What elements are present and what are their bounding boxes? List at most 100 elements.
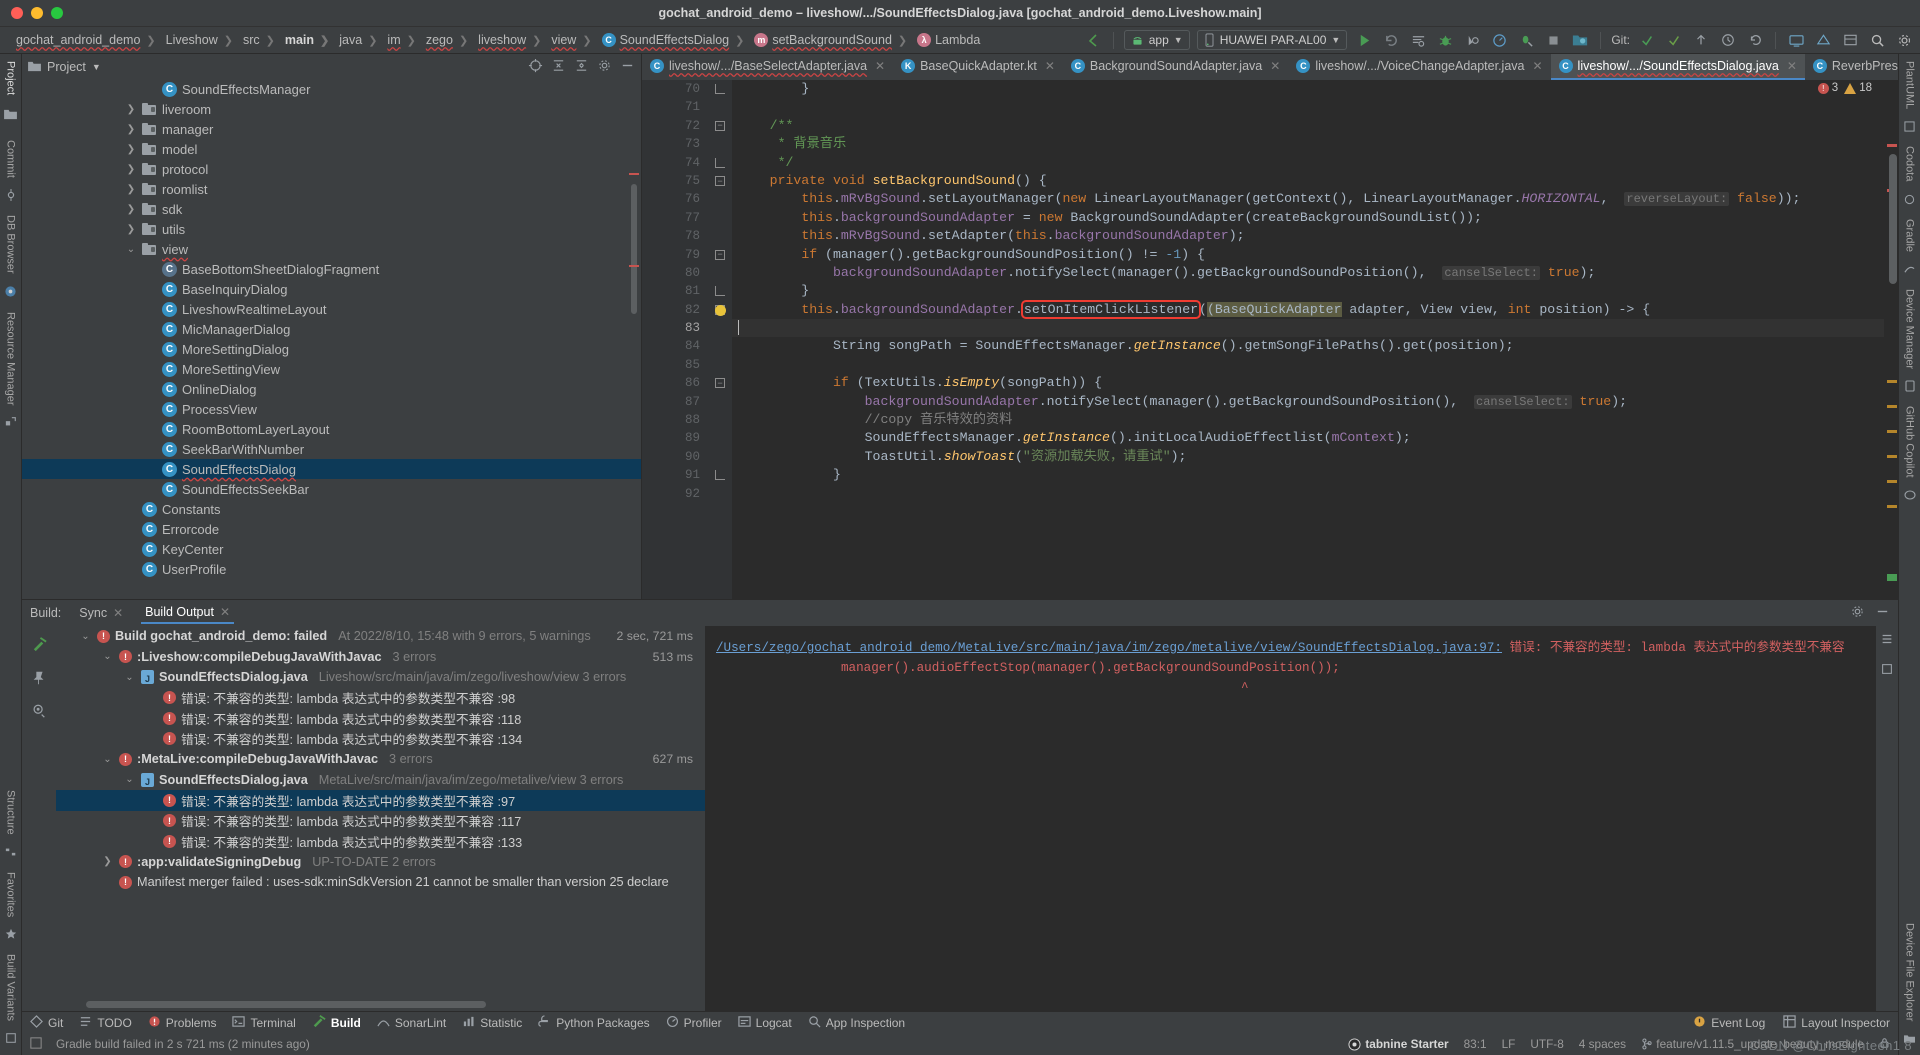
editor-fold-column[interactable]: −−−−− (710, 80, 732, 599)
rail-item-gradle[interactable]: Gradle (1904, 212, 1916, 259)
build-row[interactable]: ⌄!:MetaLive:compileDebugJavaWithJavac 3 e… (56, 749, 705, 770)
code-line[interactable] (732, 98, 1884, 116)
tool-window-button-build[interactable]: Build (312, 1014, 361, 1031)
rerun-icon[interactable] (1381, 30, 1401, 50)
close-tab-icon[interactable]: ✕ (1045, 59, 1055, 73)
code-line[interactable]: //copy 音乐特效的资料 (732, 411, 1884, 429)
tree-item[interactable]: ❯ model (22, 139, 641, 159)
avd-manager-icon[interactable] (1786, 30, 1806, 50)
code-line[interactable]: } (732, 466, 1884, 484)
code-line[interactable]: private void setBackgroundSound() { (732, 172, 1884, 190)
build-row[interactable]: ⌄ SoundEffectsDialog.java Liveshow/src/mai… (56, 667, 705, 688)
editor-scrollbar[interactable] (1889, 154, 1897, 284)
fold-end-icon[interactable] (715, 470, 725, 481)
breadcrumb-item-7[interactable]: liveshow ❯ (474, 33, 547, 47)
code-line[interactable]: String songPath = SoundEffectsManager.ge… (732, 337, 1884, 355)
tabnine-status[interactable]: tabnine Starter (1348, 1037, 1449, 1051)
pin-icon[interactable] (31, 670, 47, 689)
back-arrow-icon[interactable] (1083, 30, 1103, 50)
sdk-manager-icon[interactable] (1813, 30, 1833, 50)
expand-arrow-icon[interactable]: ❯ (125, 184, 137, 195)
code-line[interactable]: if (manager().getBackgroundSoundPosition… (732, 246, 1884, 264)
build-row[interactable]: ! 错误: 不兼容的类型: lambda 表达式中的参数类型不兼容 :133 (56, 831, 705, 852)
tree-item[interactable]: ❯ manager (22, 119, 641, 139)
tool-window-button-todo[interactable]: TODO (79, 1015, 132, 1031)
tree-item[interactable]: C Constants (22, 499, 641, 519)
editor-tab-0[interactable]: Cliveshow/.../BaseSelectAdapter.java ✕ (642, 54, 893, 80)
editor-tab-4[interactable]: Cliveshow/.../SoundEffectsDialog.java ✕ (1550, 54, 1805, 80)
breadcrumb-item-0[interactable]: gochat_android_demo ❯ (12, 33, 162, 47)
fold-start-icon[interactable]: − (715, 378, 725, 389)
tool-window-button-layout-inspector[interactable]: Layout Inspector (1783, 1014, 1890, 1031)
tool-window-button-profiler[interactable]: Profiler (666, 1015, 722, 1031)
settings-gear-icon[interactable] (1894, 30, 1914, 50)
rail-item-device-manager[interactable]: Device Manager (1904, 282, 1916, 376)
breadcrumb-item-5[interactable]: im ❯ (383, 33, 421, 47)
history-icon[interactable] (1718, 30, 1738, 50)
tree-item[interactable]: C BaseInquiryDialog (22, 279, 641, 299)
tree-item[interactable]: C SoundEffectsManager (22, 79, 641, 99)
fold-start-icon[interactable]: − (715, 120, 725, 131)
tree-item[interactable]: C BaseBottomSheetDialogFragment (22, 259, 641, 279)
code-line[interactable] (732, 485, 1884, 503)
build-tree-hscrollbar[interactable] (86, 1001, 486, 1008)
breadcrumb-item-4[interactable]: java ❯ (335, 33, 383, 47)
build-row[interactable]: ❯!:app:validateSigningDebug UP-TO-DATE 2 … (56, 852, 705, 873)
editor-tab-2[interactable]: C BackgroundSoundAdapter.java ✕ (1063, 54, 1288, 80)
tree-item[interactable]: ❯ utils (22, 219, 641, 239)
expand-detail-icon[interactable] (1880, 662, 1894, 680)
git-update-icon[interactable] (1637, 30, 1657, 50)
rail-item-build-variants[interactable]: Build Variants (5, 947, 17, 1028)
build-row[interactable]: ! 错误: 不兼容的类型: lambda 表达式中的参数类型不兼容 :117 (56, 811, 705, 832)
breadcrumb-item-1[interactable]: Liveshow ❯ (162, 33, 239, 47)
tree-item[interactable]: C MicManagerDialog (22, 319, 641, 339)
fold-start-icon[interactable]: − (715, 249, 725, 260)
tool-window-button-event-log[interactable]: Event Log (1693, 1015, 1765, 1031)
tree-item[interactable]: C RoomBottomLayerLayout (22, 419, 641, 439)
tree-item[interactable]: ❯ roomlist (22, 179, 641, 199)
tree-item[interactable]: C ProcessView (22, 399, 641, 419)
code-line[interactable]: /** (732, 117, 1884, 135)
tree-item[interactable]: C SoundEffectsSeekBar (22, 479, 641, 499)
tree-item[interactable]: C UserProfile (22, 559, 641, 579)
git-push-icon[interactable] (1691, 30, 1711, 50)
window-controls[interactable] (0, 7, 63, 19)
editor-tab-1[interactable]: K BaseQuickAdapter.kt ✕ (893, 54, 1063, 80)
code-line[interactable]: * 背景音乐 (732, 135, 1884, 153)
caret-position[interactable]: 83:1 (1464, 1037, 1487, 1051)
close-tab-icon[interactable]: ✕ (1270, 59, 1280, 73)
rail-item-resource-manager[interactable]: Resource Manager (5, 305, 17, 413)
debug-attach-icon[interactable] (1462, 30, 1482, 50)
device-file-explorer-icon[interactable] (1570, 30, 1590, 50)
inspection-summary[interactable]: ! 3 18 (1817, 82, 1872, 94)
fold-end-icon[interactable] (715, 157, 725, 168)
build-row-selected[interactable]: ! 错误: 不兼容的类型: lambda 表达式中的参数类型不兼容 :97 (56, 790, 705, 811)
tree-item[interactable]: ❯ sdk (22, 199, 641, 219)
undo-icon[interactable] (1745, 30, 1765, 50)
code-line[interactable]: if (TextUtils.isEmpty(songPath)) { (732, 374, 1884, 392)
expand-arrow-icon[interactable]: ❯ (101, 856, 114, 867)
fold-end-icon[interactable] (715, 286, 725, 297)
search-icon[interactable] (1867, 30, 1887, 50)
collapse-arrow-icon[interactable]: ⌄ (79, 631, 92, 642)
debug-icon[interactable] (1435, 30, 1455, 50)
close-tab-icon[interactable]: ✕ (1787, 59, 1797, 73)
tool-window-button-problems[interactable]: Problems (148, 1015, 216, 1031)
build-row[interactable]: ! 错误: 不兼容的类型: lambda 表达式中的参数类型不兼容 :134 (56, 729, 705, 750)
breadcrumb-item-11[interactable]: λ Lambda (913, 33, 984, 47)
expand-all-icon[interactable] (551, 58, 566, 76)
project-tree[interactable]: C SoundEffectsManager ❯ liveroom ❯ manager ❯ mo… (22, 79, 641, 599)
build-row[interactable]: ⌄ SoundEffectsDialog.java MetaLive/src/mai… (56, 770, 705, 791)
build-row[interactable]: ! 错误: 不兼容的类型: lambda 表达式中的参数类型不兼容 :98 (56, 688, 705, 709)
run-button[interactable] (1354, 30, 1374, 50)
tool-window-button-terminal[interactable]: Terminal (232, 1015, 296, 1031)
code-line[interactable]: this.backgroundSoundAdapter = new Backgr… (732, 209, 1884, 227)
tool-window-button-logcat[interactable]: Logcat (737, 1015, 792, 1031)
project-tree-scrollbar[interactable] (631, 184, 637, 314)
tree-item[interactable]: ⌄ view (22, 239, 641, 259)
hide-panel-icon[interactable] (1875, 604, 1890, 622)
maximize-window-button[interactable] (51, 7, 63, 19)
rail-item-project[interactable]: Project (5, 54, 17, 102)
expand-arrow-icon[interactable]: ❯ (125, 204, 137, 215)
collapse-detail-icon[interactable] (1880, 632, 1894, 650)
